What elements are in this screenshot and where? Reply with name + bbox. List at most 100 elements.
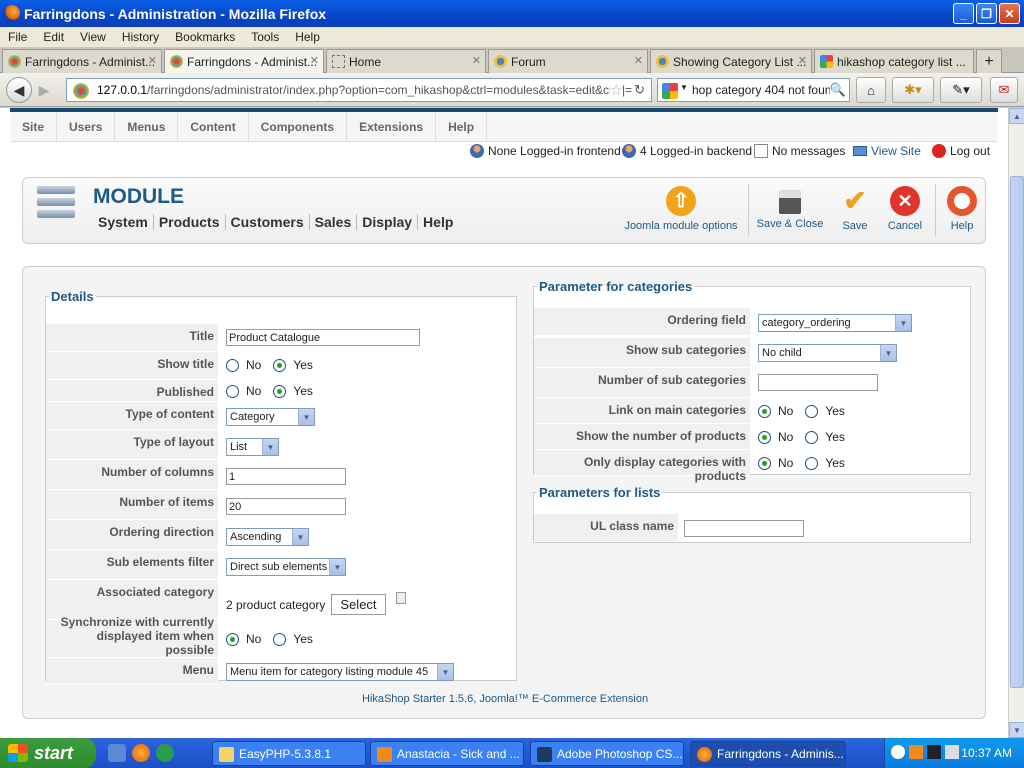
- trash-icon[interactable]: [395, 591, 406, 604]
- menu-site[interactable]: Site: [10, 112, 58, 142]
- menu-help[interactable]: Help: [287, 30, 328, 44]
- logout-link[interactable]: Log out: [932, 144, 990, 158]
- reload-icon[interactable]: ↻: [634, 82, 645, 98]
- menu-extensions[interactable]: Extensions: [347, 112, 437, 142]
- home-button[interactable]: ⌂: [856, 77, 886, 103]
- menu-help[interactable]: Help: [436, 112, 488, 142]
- url-bar[interactable]: 127.0.0.1/farringdons/administrator/inde…: [66, 78, 652, 102]
- app-icon[interactable]: [156, 744, 174, 762]
- browser-tab[interactable]: Showing Category List ... ✕: [650, 49, 812, 73]
- start-button[interactable]: start: [0, 738, 96, 768]
- show-num-products-no-radio[interactable]: [758, 430, 771, 444]
- num-sub-categories-input[interactable]: [758, 374, 878, 391]
- published-no-radio[interactable]: [226, 384, 239, 398]
- vlc-tray-icon[interactable]: [909, 745, 923, 759]
- close-tab-icon[interactable]: ✕: [310, 54, 319, 67]
- cancel-button[interactable]: ✕ Cancel: [885, 186, 925, 232]
- forward-button[interactable]: ▶: [34, 77, 54, 103]
- show-sub-categories-select[interactable]: No child ▼: [758, 344, 897, 362]
- show-desktop-icon[interactable]: [108, 744, 126, 762]
- close-tab-icon[interactable]: ✕: [148, 54, 157, 67]
- minimize-button[interactable]: _: [953, 3, 974, 24]
- ordering-field-select[interactable]: category_ordering ▼: [758, 314, 912, 332]
- taskbar-item[interactable]: Adobe Photoshop CS...: [530, 741, 684, 766]
- num-columns-input[interactable]: 1: [226, 468, 346, 485]
- back-button[interactable]: ◀: [6, 77, 32, 103]
- menu-users[interactable]: Users: [57, 112, 116, 142]
- browser-tab-active[interactable]: Farringdons - Administ... ✕: [164, 49, 324, 73]
- show-title-no-radio[interactable]: [226, 358, 239, 372]
- magnifier-icon[interactable]: 🔍: [829, 82, 846, 98]
- search-input[interactable]: ▼ hop category 404 not found 🔍: [657, 78, 850, 102]
- published-yes-radio[interactable]: [273, 384, 287, 398]
- scroll-up-icon[interactable]: ▲: [1009, 108, 1024, 124]
- submenu-products[interactable]: Products: [154, 214, 226, 230]
- menu-menus[interactable]: Menus: [115, 112, 179, 142]
- extension-button[interactable]: ✉: [990, 77, 1018, 103]
- menu-tools[interactable]: Tools: [243, 30, 287, 44]
- scroll-thumb[interactable]: [1010, 176, 1024, 688]
- close-tab-icon[interactable]: ✕: [634, 54, 643, 67]
- close-tab-icon[interactable]: ✕: [798, 54, 807, 67]
- menu-history[interactable]: History: [114, 30, 167, 44]
- view-site-link[interactable]: View Site: [853, 144, 921, 158]
- menu-bookmarks[interactable]: Bookmarks: [167, 30, 243, 44]
- addon-button[interactable]: ✱▾: [892, 77, 934, 103]
- submenu-help[interactable]: Help: [418, 214, 458, 230]
- browser-tab[interactable]: Home ✕: [326, 49, 486, 73]
- network-icon[interactable]: [945, 745, 959, 759]
- new-tab-button[interactable]: +: [976, 49, 1002, 73]
- chevron-down-icon[interactable]: ▼: [680, 83, 688, 92]
- num-items-input[interactable]: 20: [226, 498, 346, 515]
- type-layout-select[interactable]: List ▼: [226, 438, 279, 456]
- browser-tab[interactable]: hikashop category list ...: [814, 49, 974, 73]
- firefox-icon[interactable]: [132, 744, 150, 762]
- page-scrollbar[interactable]: ▲ ▼: [1008, 108, 1024, 738]
- bookmark-star-icon[interactable]: ☆: [609, 81, 623, 99]
- select-category-button[interactable]: Select: [331, 594, 386, 615]
- menu-select[interactable]: Menu item for category listing module 45…: [226, 663, 454, 681]
- restore-button[interactable]: ❐: [976, 3, 997, 24]
- browser-tab[interactable]: Farringdons - Administ... ✕: [2, 49, 162, 73]
- sync-yes-radio[interactable]: [273, 632, 287, 646]
- submenu-display[interactable]: Display: [357, 214, 419, 230]
- link-main-no-radio[interactable]: [758, 404, 771, 418]
- link-main-yes-radio[interactable]: [805, 404, 819, 418]
- type-content-select[interactable]: Category ▼: [226, 408, 315, 426]
- menu-components[interactable]: Components: [249, 112, 348, 142]
- tools-button[interactable]: ✎▾: [940, 77, 982, 103]
- show-title-yes-radio[interactable]: [273, 358, 287, 372]
- menu-edit[interactable]: Edit: [35, 30, 72, 44]
- taskbar-item-active[interactable]: Farringdons - Adminis...: [690, 741, 846, 766]
- scroll-down-icon[interactable]: ▼: [1009, 722, 1024, 738]
- clock: 10:37 AM: [961, 746, 1012, 760]
- submenu-sales[interactable]: Sales: [310, 214, 358, 230]
- submenu-customers[interactable]: Customers: [226, 214, 310, 230]
- title-input[interactable]: Product Catalogue: [226, 329, 420, 346]
- menu-view[interactable]: View: [72, 30, 114, 44]
- ordering-direction-select[interactable]: Ascending ▼: [226, 528, 309, 546]
- close-window-button[interactable]: ✕: [999, 3, 1020, 24]
- help-button[interactable]: Help: [945, 186, 979, 232]
- only-display-yes-radio[interactable]: [805, 456, 819, 470]
- ul-class-input[interactable]: [684, 520, 804, 537]
- sub-elements-filter-select[interactable]: Direct sub elements ▼: [226, 558, 346, 576]
- tab-label: Farringdons - Administ...: [187, 54, 318, 69]
- only-display-no-radio[interactable]: [758, 456, 771, 470]
- submenu-system[interactable]: System: [93, 214, 154, 230]
- joomla-options-button[interactable]: ⇧ Joomla module options: [623, 186, 739, 232]
- browser-tab[interactable]: Forum ✕: [488, 49, 648, 73]
- save-close-button[interactable]: Save & Close: [755, 186, 825, 230]
- menu-file[interactable]: File: [0, 30, 35, 44]
- save-button[interactable]: ✔ Save: [837, 186, 873, 233]
- categories-fieldset: Parameter for categories Ordering field …: [533, 279, 971, 483]
- taskbar-item[interactable]: EasyPHP-5.3.8.1: [212, 741, 366, 766]
- tray-icon[interactable]: [891, 745, 905, 759]
- close-tab-icon[interactable]: ✕: [472, 54, 481, 67]
- tray-icon[interactable]: [927, 745, 941, 759]
- menu-content[interactable]: Content: [178, 112, 249, 142]
- show-num-products-yes-radio[interactable]: [805, 430, 819, 444]
- sync-no-radio[interactable]: [226, 632, 239, 646]
- taskbar-item[interactable]: Anastacia - Sick and ...: [370, 741, 524, 766]
- associated-category-value: 2 product category: [226, 597, 326, 612]
